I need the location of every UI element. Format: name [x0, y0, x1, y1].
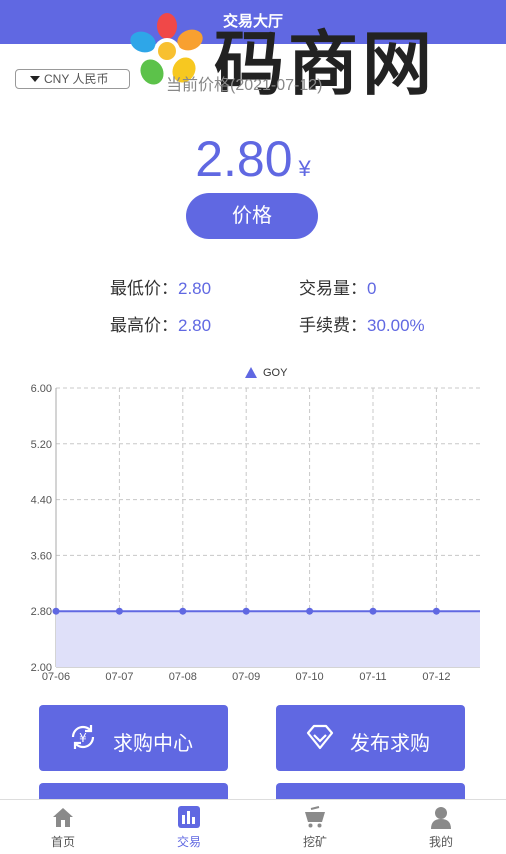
stat-high-value: 2.80: [178, 316, 212, 335]
bottom-tab-bar: 首页 交易 挖矿 我的: [0, 799, 506, 854]
tab-profile[interactable]: 我的: [378, 800, 504, 854]
data-point: [432, 607, 440, 615]
data-point: [179, 607, 187, 615]
buy-center-button[interactable]: ¥ 求购中心: [39, 705, 228, 771]
mining-cart-icon: [305, 806, 325, 828]
tab-home[interactable]: 首页: [0, 800, 126, 854]
stat-fee-label: 手续费：: [299, 316, 367, 335]
home-icon: [53, 808, 73, 827]
x-tick-label: 07-08: [169, 671, 197, 683]
currency-select-value: CNY 人民币: [44, 72, 109, 86]
stat-high: 最高价：2.80: [110, 311, 211, 336]
stat-low: 最低价：2.80: [110, 274, 211, 299]
x-tick-label: 07-09: [232, 671, 260, 683]
publish-buy-button[interactable]: 发布求购: [276, 705, 465, 771]
tab-trade-label: 交易: [176, 835, 201, 849]
price-button[interactable]: 价格: [186, 193, 318, 239]
price-chart: 6.005.204.403.602.802.0007-06 07-07 07-08 0…: [31, 367, 480, 683]
buy-center-label: 求购中心: [113, 733, 193, 755]
stat-fee-value: 30.00%: [367, 316, 425, 335]
stat-volume: 交易量：0: [299, 274, 376, 299]
publish-buy-label: 发布求购: [350, 733, 430, 755]
x-tick-label: 07-10: [296, 671, 324, 683]
caret-down-icon: [30, 76, 40, 82]
price-value: 2.80: [195, 131, 293, 187]
stat-volume-label: 交易量：: [299, 279, 367, 298]
y-tick-label: 2.80: [31, 606, 52, 618]
x-tick-label: 07-11: [359, 671, 386, 683]
y-tick-label: 4.40: [31, 495, 52, 507]
svg-text:¥: ¥: [79, 731, 87, 745]
currency-select[interactable]: CNY 人民币: [15, 69, 130, 89]
current-price-label: 当前价格(2021-07-12): [166, 77, 323, 94]
series-area: [56, 611, 480, 667]
y-tick-label: 6.00: [31, 383, 52, 395]
x-tick-label: 07-06: [42, 671, 70, 683]
yen-cycle-icon: ¥: [71, 725, 95, 749]
stat-low-value: 2.80: [178, 279, 212, 298]
data-point: [115, 607, 123, 615]
trade-chart-icon: [178, 806, 200, 828]
data-point: [369, 607, 377, 615]
legend-label: GOY: [263, 367, 288, 379]
data-point: [242, 607, 250, 615]
current-price: 2.80 ¥: [0, 130, 506, 188]
legend-marker-icon: [245, 367, 257, 378]
currency-symbol: ¥: [298, 156, 311, 181]
y-tick-label: 3.60: [31, 550, 52, 562]
tab-mining[interactable]: 挖矿: [252, 800, 378, 854]
tab-mining-label: 挖矿: [302, 835, 327, 849]
diamond-icon: [306, 724, 334, 750]
stat-volume-value: 0: [367, 279, 377, 298]
x-tick-label: 07-12: [422, 671, 450, 683]
data-point: [52, 607, 60, 615]
tab-home-label: 首页: [50, 835, 75, 849]
tab-trade[interactable]: 交易: [126, 800, 252, 854]
x-tick-label: 07-07: [105, 671, 133, 683]
stat-fee: 手续费：30.00%: [299, 311, 425, 336]
stat-low-label: 最低价：: [110, 279, 178, 298]
data-point: [306, 607, 314, 615]
tab-profile-label: 我的: [428, 835, 453, 849]
y-tick-label: 5.20: [31, 439, 52, 451]
user-icon: [431, 807, 451, 829]
stat-high-label: 最高价：: [110, 316, 178, 335]
